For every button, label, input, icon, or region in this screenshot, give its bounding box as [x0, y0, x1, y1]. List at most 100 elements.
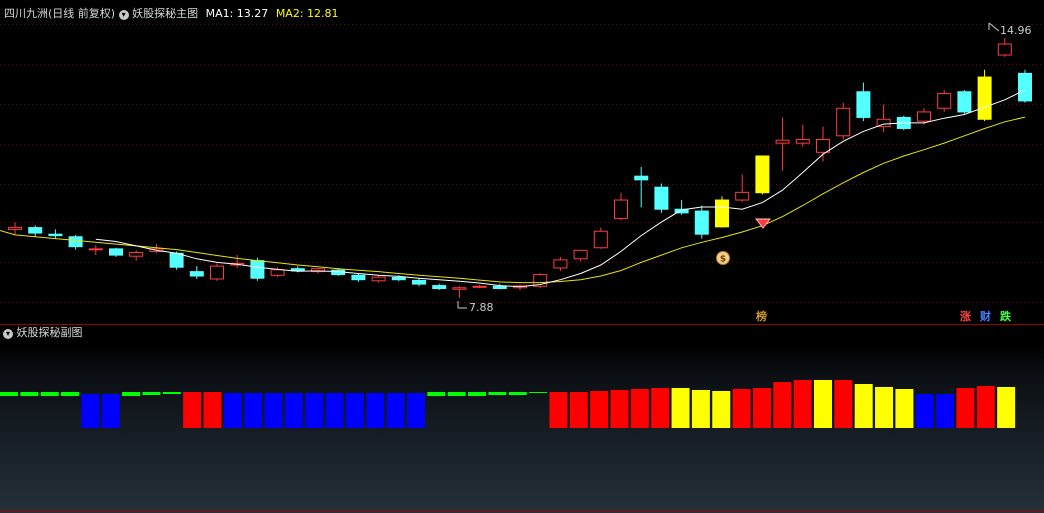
indicator-bar	[936, 394, 955, 428]
indicator-bar	[997, 387, 1016, 428]
ma2-value: MA2: 12.81	[275, 7, 339, 20]
candle-body	[1018, 72, 1032, 102]
candle-body	[593, 230, 608, 249]
candle-body	[573, 249, 588, 260]
candle-body	[432, 285, 447, 290]
candle-body	[553, 259, 568, 269]
candle-body	[28, 227, 43, 234]
candle-body	[856, 91, 871, 118]
indicator-bar	[407, 393, 425, 428]
indicator-bar	[40, 392, 59, 396]
candle-body	[351, 274, 366, 281]
indicator-bar	[773, 382, 792, 428]
candle-body	[614, 199, 628, 219]
candle-body	[977, 76, 992, 120]
candle-body	[735, 191, 750, 201]
indicator-bar	[752, 388, 771, 428]
indicator-bar	[20, 392, 39, 396]
indicator-bar	[427, 392, 446, 396]
candle-body	[957, 91, 972, 113]
indicator-bar	[854, 384, 873, 428]
indicator-bar	[305, 393, 324, 428]
low-price-label: 7.88	[469, 301, 494, 314]
svg-text:$: $	[720, 255, 726, 265]
candle-body	[492, 285, 507, 290]
ma1-value: MA1: 13.27	[205, 7, 269, 20]
indicator-bar	[61, 392, 80, 396]
signal-down-label: 跌	[1000, 310, 1011, 323]
candle-body	[189, 271, 204, 277]
candle-body	[48, 233, 63, 237]
candle-body	[270, 269, 285, 276]
candle-body	[8, 227, 22, 230]
candle-body	[129, 252, 144, 257]
indicator-bar	[915, 394, 934, 428]
candle-body	[250, 260, 265, 279]
indicator-bar	[875, 387, 894, 428]
candle-body	[917, 111, 931, 122]
indicator-bar	[712, 391, 731, 428]
sub-indicator-name[interactable]: 妖股探秘副图	[17, 326, 83, 339]
indicator-bar	[223, 393, 242, 428]
indicator-bar	[895, 389, 914, 428]
indicator-bar	[529, 392, 548, 393]
candle-body	[109, 248, 123, 256]
indicator-bar	[81, 394, 100, 428]
indicator-bar	[671, 388, 690, 428]
high-price-label: 14.96	[1000, 24, 1032, 37]
indicator-bar	[203, 392, 222, 428]
indicator-bar	[468, 392, 487, 396]
stock-title[interactable]: 四川九洲(日线 前复权)	[4, 7, 115, 20]
main-chart-header: 四川九洲(日线 前复权) ▾ 妖股探秘主图 MA1: 13.27 MA2: 12…	[4, 7, 339, 21]
indicator-bar	[386, 393, 405, 428]
candle-body	[775, 139, 790, 144]
indicator-bar	[345, 393, 364, 428]
signal-money-label: 财	[980, 310, 991, 323]
candle-body	[68, 236, 83, 248]
chevron-down-icon[interactable]: ▾	[3, 329, 13, 339]
indicator-bar	[284, 393, 303, 428]
indicator-bar	[569, 392, 588, 428]
indicator-bar	[264, 393, 283, 428]
indicator-bar	[549, 392, 568, 428]
signal-top-label: 榜	[756, 310, 767, 323]
indicator-bar	[488, 392, 507, 395]
indicator-bar	[834, 380, 853, 428]
indicator-bar	[793, 380, 812, 428]
indicator-bar	[691, 390, 710, 428]
indicator-bar	[162, 392, 181, 394]
candle-body	[169, 252, 184, 268]
indicator-bar	[325, 393, 344, 428]
indicator-bar	[508, 392, 527, 395]
sub-panel-background	[0, 344, 1044, 513]
sub-chart-header: ▾ 妖股探秘副图	[3, 326, 83, 340]
indicator-bar	[651, 388, 670, 428]
indicator-bar	[610, 390, 629, 428]
candle-body	[795, 138, 810, 144]
candle-body	[997, 43, 1012, 56]
indicator-bar	[122, 392, 141, 396]
indicator-bar	[142, 392, 161, 395]
candle-body	[715, 199, 729, 228]
candle-body	[836, 107, 851, 137]
main-indicator-name[interactable]: 妖股探秘主图	[132, 7, 198, 20]
indicator-bar	[956, 388, 975, 428]
candle-body	[412, 279, 426, 285]
candle-body	[937, 93, 952, 109]
indicator-bar	[183, 392, 202, 428]
money-bag-icon: $	[716, 251, 730, 265]
chart-stage[interactable]: $	[0, 0, 1044, 513]
candle-body	[88, 248, 103, 251]
indicator-bar	[0, 392, 18, 396]
candle-body	[654, 186, 669, 210]
indicator-bar	[732, 389, 751, 428]
indicator-bar	[630, 389, 649, 428]
indicator-bar	[447, 392, 466, 396]
candle-body	[371, 276, 386, 282]
candle-body	[694, 210, 709, 235]
candle-body	[210, 265, 224, 280]
candle-body	[634, 175, 649, 181]
indicator-bar	[590, 391, 609, 428]
chevron-down-icon[interactable]: ▾	[118, 10, 129, 20]
indicator-bar	[976, 386, 995, 428]
